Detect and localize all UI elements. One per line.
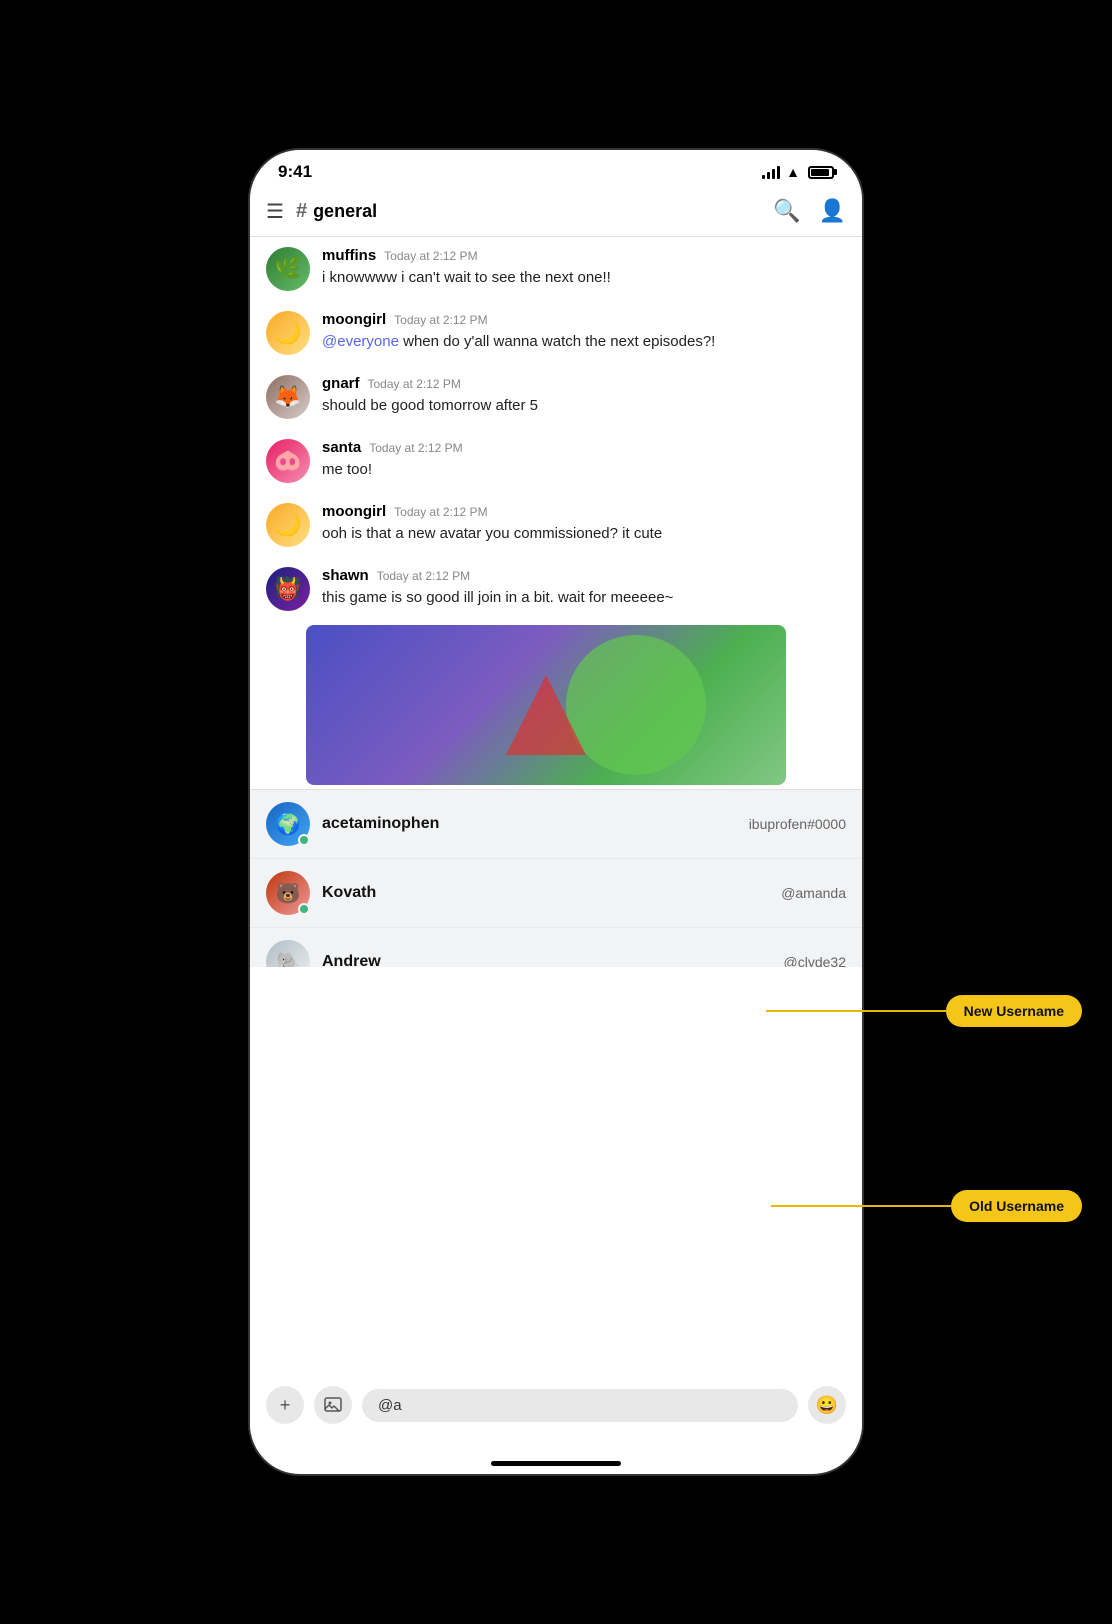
profile-icon[interactable]: 👤 [819,198,846,224]
message-content: moongirl Today at 2:12 PM ooh is that a … [322,503,846,545]
message-input[interactable] [362,1389,798,1422]
message-text: i knowwww i can't wait to see the next o… [322,267,846,289]
phone-frame: 9:41 ▲ ☰ # general � [250,150,862,1474]
home-indicator [491,1461,621,1466]
message-item: 🐽 santa Today at 2:12 PM me too! [250,429,862,493]
user-avatar-wrap: 🐘 [266,940,310,967]
user-tag: @clyde32 [784,954,846,967]
channel-name: general [313,201,377,222]
messages-area: 🌿 muffins Today at 2:12 PM i knowwww i c… [250,237,862,967]
username: moongirl [322,311,386,328]
username: santa [322,439,361,456]
hash-icon: # [296,200,307,223]
message-item: 🦊 gnarf Today at 2:12 PM should be good … [250,365,862,429]
avatar: 🌙 [266,311,310,355]
user-item[interactable]: 🌍 acetaminophen ibuprofen#0000 [250,790,862,859]
online-indicator [298,903,310,915]
message-item: 🌿 muffins Today at 2:12 PM i knowwww i c… [250,237,862,301]
message-text: this game is so good ill join in a bit. … [322,587,846,609]
user-info: Andrew @clyde32 [322,953,846,967]
user-avatar-wrap: 🌍 [266,802,310,846]
emoji-button[interactable]: 😀 [808,1386,846,1424]
message-item: 👹 shawn Today at 2:12 PM this game is so… [250,557,862,621]
battery-icon [808,166,834,179]
menu-icon[interactable]: ☰ [266,199,284,224]
image-triangle [506,675,586,755]
message-content: muffins Today at 2:12 PM i knowwww i can… [322,247,846,289]
user-info: Kovath @amanda [322,884,846,902]
message-content: santa Today at 2:12 PM me too! [322,439,846,481]
user-tag: ibuprofen#0000 [749,816,846,832]
user-item[interactable]: 🐻 Kovath @amanda [250,859,862,928]
message-item: 🌙 moongirl Today at 2:12 PM @everyone wh… [250,301,862,365]
image-shape [566,635,706,775]
old-username-label: Old Username [951,1190,1082,1222]
message-content: gnarf Today at 2:12 PM should be good to… [322,375,846,417]
avatar: 🐽 [266,439,310,483]
user-info: acetaminophen ibuprofen#0000 [322,815,846,833]
battery-fill [811,169,829,176]
timestamp: Today at 2:12 PM [377,569,470,583]
status-bar: 9:41 ▲ [250,150,862,190]
wifi-icon: ▲ [786,164,800,180]
header-icons: 🔍 👤 [773,198,846,224]
signal-bars-icon [762,165,780,179]
message-header: shawn Today at 2:12 PM [322,567,846,584]
username: moongirl [322,503,386,520]
users-list: 🌍 acetaminophen ibuprofen#0000 🐻 [250,789,862,967]
message-header: santa Today at 2:12 PM [322,439,846,456]
username: shawn [322,567,369,584]
user-item[interactable]: 🐘 Andrew @clyde32 [250,928,862,967]
bottom-bar: + 😀 [250,1376,862,1434]
timestamp: Today at 2:12 PM [394,313,487,327]
avatar: 🦊 [266,375,310,419]
username: gnarf [322,375,360,392]
message-header: moongirl Today at 2:12 PM [322,311,846,328]
user-avatar: 🐘 [266,940,310,967]
avatar: 👹 [266,567,310,611]
plus-button[interactable]: + [266,1386,304,1424]
user-avatar-wrap: 🐻 [266,871,310,915]
channel-header: ☰ # general 🔍 👤 [250,190,862,237]
search-icon[interactable]: 🔍 [773,198,800,224]
user-display-name: acetaminophen [322,815,439,833]
message-text: me too! [322,459,846,481]
avatar: 🌙 [266,503,310,547]
user-tag-kovath: @amanda [781,885,846,901]
message-text: @everyone when do y'all wanna watch the … [322,331,846,353]
channel-title: # general [296,200,773,223]
signal-bar-2 [767,172,770,179]
signal-bar-3 [772,169,775,179]
message-content: moongirl Today at 2:12 PM @everyone when… [322,311,846,353]
image-preview [306,625,786,785]
message-item: 🌙 moongirl Today at 2:12 PM ooh is that … [250,493,862,557]
user-display-name: Kovath [322,884,376,902]
status-time: 9:41 [278,162,312,182]
online-indicator [298,834,310,846]
message-header: moongirl Today at 2:12 PM [322,503,846,520]
mention-everyone: @everyone [322,333,399,350]
message-content: shawn Today at 2:12 PM this game is so g… [322,567,846,609]
new-username-label: New Username [946,995,1082,1027]
image-button[interactable] [314,1386,352,1424]
timestamp: Today at 2:12 PM [394,505,487,519]
user-display-name: Andrew [322,953,381,967]
timestamp: Today at 2:12 PM [384,249,477,263]
timestamp: Today at 2:12 PM [368,377,461,391]
timestamp: Today at 2:12 PM [369,441,462,455]
status-icons: ▲ [762,164,834,180]
message-header: muffins Today at 2:12 PM [322,247,846,264]
message-text: should be good tomorrow after 5 [322,395,846,417]
message-text: ooh is that a new avatar you commissione… [322,523,846,545]
message-header: gnarf Today at 2:12 PM [322,375,846,392]
signal-bar-1 [762,175,765,179]
avatar: 🌿 [266,247,310,291]
username: muffins [322,247,376,264]
signal-bar-4 [777,166,780,179]
